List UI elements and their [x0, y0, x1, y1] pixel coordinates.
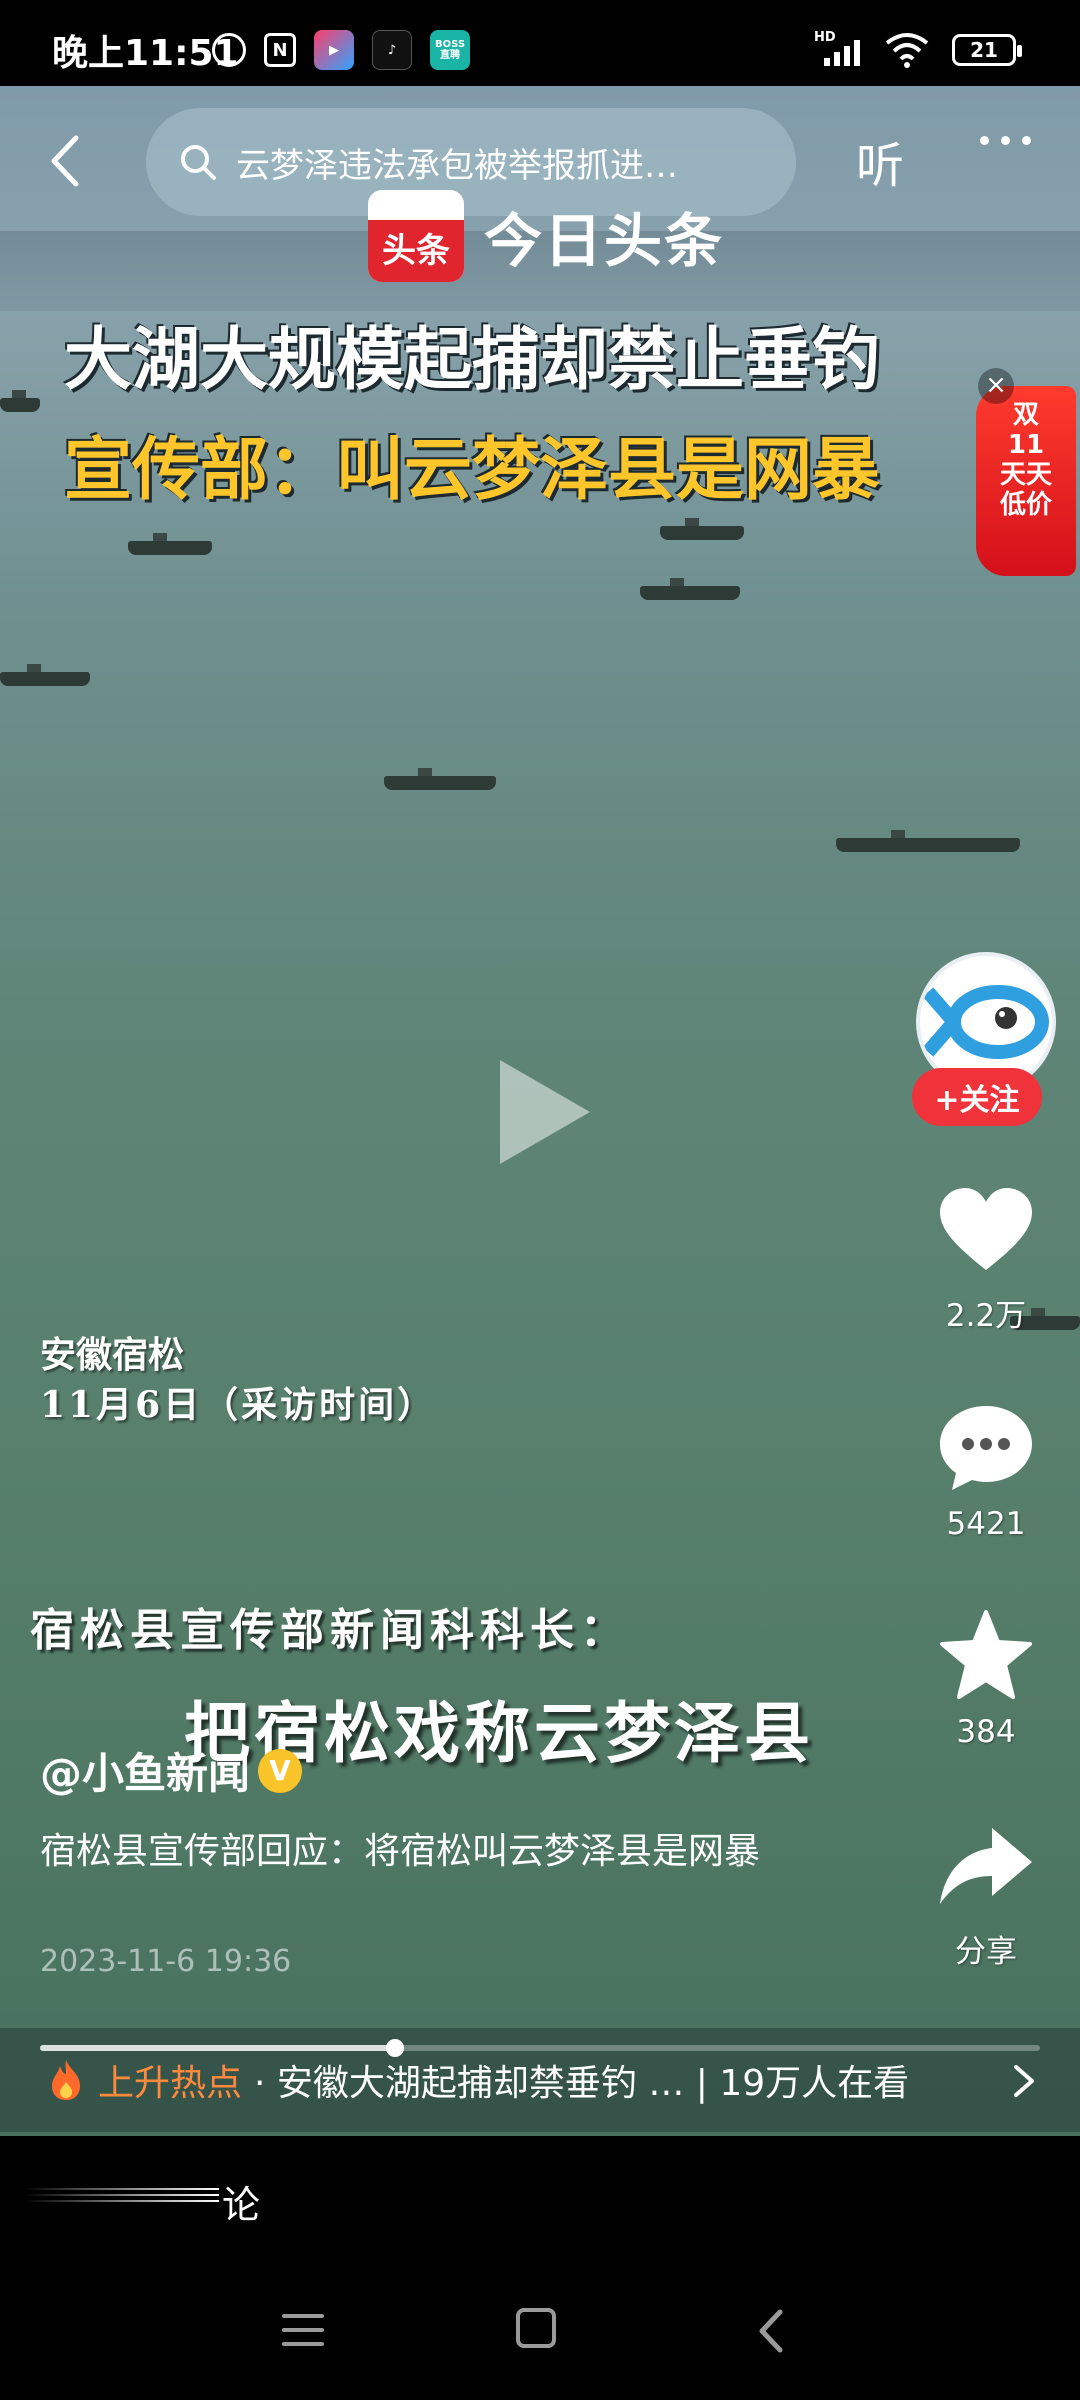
comment-placeholder-lines — [24, 2188, 219, 2212]
search-query: 云梦泽违法承包被举报抓进… — [236, 145, 678, 186]
promo-banner[interactable]: 双 11 天天 低价 — [976, 386, 1076, 576]
progress-fill — [40, 2045, 395, 2051]
hot-topic-bar[interactable]: 上升热点 · 安徽大湖起捕却禁垂钓 … | 19万人在看 — [0, 2028, 1080, 2132]
progress-knob[interactable] — [386, 2039, 404, 2057]
follow-button[interactable]: +关注 — [912, 1068, 1042, 1126]
author-handle[interactable]: @小鱼新闻 — [40, 1740, 250, 1801]
boat — [660, 518, 744, 540]
favorite-count: 384 — [956, 1714, 1016, 1750]
chevron-right-icon[interactable] — [1012, 2064, 1036, 2098]
video-interview-date: 11月6日（采访时间） — [40, 1384, 437, 1426]
search-icon — [181, 145, 216, 180]
fire-icon — [52, 2060, 80, 2100]
comment-input-label[interactable]: 论 — [222, 2174, 260, 2229]
video-player[interactable]: 云梦泽违法承包被举报抓进… 听 头条 今日头条 大湖大规模起捕却禁止垂钓 宣传部… — [0, 86, 1080, 2136]
heart-icon — [940, 1188, 1032, 1270]
boat — [128, 533, 212, 555]
author-name[interactable]: @小鱼新闻 V — [40, 1740, 303, 1801]
toutiao-name: 今日头条 — [484, 207, 725, 275]
verified-icon: V — [258, 1748, 303, 1793]
promo-line: 双 — [1012, 400, 1039, 430]
promo-line: 低价 — [999, 490, 1052, 520]
boss-app-icon: BOSS 直聘 — [430, 30, 470, 70]
back-icon[interactable] — [36, 126, 96, 196]
video-headline-1: 大湖大规模起捕却禁止垂钓 — [64, 321, 881, 400]
recent-apps-icon[interactable] — [282, 2314, 324, 2356]
battery-icon: 21 — [952, 34, 1022, 66]
status-bar: 晚上11:51 N ▶ ♪ BOSS 直聘 HD 21 — [0, 0, 1080, 86]
system-nav-bar — [0, 2256, 1080, 2400]
hot-label: 上升热点 — [98, 2063, 243, 2104]
like-button[interactable]: 2.2万 — [916, 1186, 1056, 1335]
toutiao-logo: 头条 今日头条 — [368, 190, 724, 282]
play-icon[interactable] — [500, 1060, 590, 1164]
video-headline-2: 宣传部：叫云梦泽县是网暴 — [64, 431, 881, 510]
boat — [640, 578, 740, 600]
share-button[interactable]: 分享 — [916, 1822, 1056, 1971]
promo-line: 天天 — [999, 460, 1052, 490]
home-icon[interactable] — [516, 2308, 556, 2348]
signal-icon: HD — [814, 30, 862, 70]
promo-line: 11 — [1007, 430, 1045, 460]
video-progress-bar[interactable] — [40, 2039, 1040, 2057]
toutiao-badge: 头条 — [368, 190, 464, 282]
comment-icon — [940, 1406, 1032, 1490]
boat — [384, 768, 496, 790]
wifi-icon — [885, 33, 929, 68]
status-right-icons: HD 21 — [814, 30, 1022, 70]
boat — [836, 830, 1020, 852]
star-icon — [940, 1610, 1032, 1699]
subtitle-speaker: 宿松县宣传部新闻科科长： — [30, 1605, 630, 1656]
like-count: 2.2万 — [945, 1298, 1027, 1334]
nfc-icon: N — [264, 33, 296, 67]
status-time: 晚上11:51 — [52, 33, 239, 74]
alarm-icon — [212, 33, 246, 67]
tiktok-icon: ♪ — [372, 30, 412, 70]
nav-back-icon[interactable] — [752, 2306, 788, 2356]
hot-topic-text: · 安徽大湖起捕却禁垂钓 … | 19万人在看 — [254, 2063, 910, 2104]
promo-close-icon[interactable]: × — [978, 368, 1014, 404]
share-label: 分享 — [955, 1934, 1017, 1970]
favorite-button[interactable]: 384 — [916, 1610, 1056, 1750]
comment-button[interactable]: 5421 — [916, 1402, 1056, 1542]
boat — [0, 664, 90, 686]
more-options-icon[interactable] — [980, 136, 1031, 145]
comment-count: 5421 — [946, 1506, 1026, 1542]
video-location: 安徽宿松 — [40, 1334, 185, 1376]
comment-bar[interactable]: 论 — [0, 2136, 1080, 2256]
video-app-icon: ▶ — [314, 30, 354, 70]
boat — [0, 390, 40, 412]
post-date: 2023-11-6 19:36 — [40, 1944, 292, 1979]
share-icon — [940, 1828, 1032, 1904]
post-description[interactable]: 宿松县宣传部回应：将宿松叫云梦泽县是网暴 — [40, 1824, 840, 1880]
listen-button[interactable]: 听 — [856, 126, 904, 196]
status-app-icons: N ▶ ♪ BOSS 直聘 — [212, 30, 470, 70]
